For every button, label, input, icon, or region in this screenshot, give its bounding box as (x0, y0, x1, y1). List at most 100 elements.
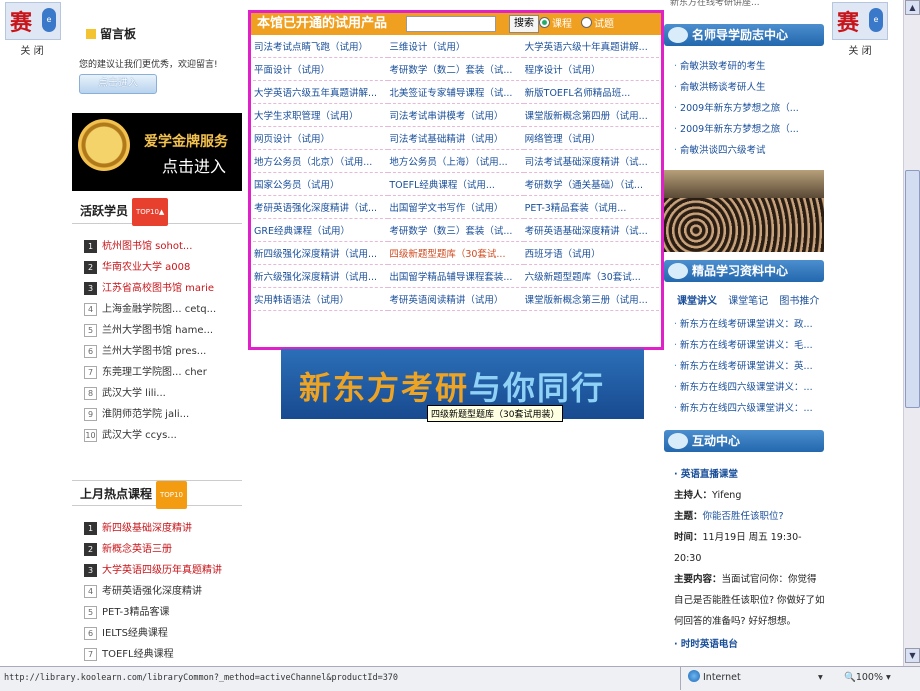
materials-center-header: 精品学习资料中心 (664, 260, 824, 282)
english-radio-title[interactable]: · 时时英语电台 (674, 634, 826, 655)
teacher-list-item[interactable]: 俞敏洪畅谈考研人生 (674, 77, 824, 98)
member-list-item[interactable]: 1 杭州图书馆 sohot... (84, 236, 239, 257)
product-link[interactable]: 地方公务员（北京）（试用... (253, 149, 389, 173)
live-time: 时间：11月19日 周五 19:30-20:30 (674, 532, 802, 564)
ad-logo[interactable]: 赛 e (5, 2, 61, 40)
product-link[interactable]: 出国留学精品辅导课程套装... (388, 264, 524, 288)
product-link[interactable]: 司法考试基础深度精讲（试... (523, 149, 659, 173)
product-link[interactable]: 西班牙语（试用） (523, 241, 659, 265)
product-row: 实用韩语语法（试用） 考研英语阅读精讲（试用） 课堂版新概念第三册（试用... (253, 287, 659, 311)
classroom-photo[interactable] (664, 170, 824, 252)
product-link[interactable]: 新四级强化深度精讲（试用... (253, 241, 389, 265)
course-list-item[interactable]: 2 新概念英语三册 (84, 539, 239, 560)
active-members-list: 1 杭州图书馆 sohot... 2 华南农业大学 a008 3 江苏省高校图书馆 mar… (84, 236, 239, 446)
product-link[interactable]: 新六级强化深度精讲（试用... (253, 264, 389, 288)
close-ad-button[interactable]: 关 闭 (2, 42, 62, 57)
tab-class-notes[interactable]: 课堂笔记 (728, 296, 768, 307)
scroll-up-arrow-icon[interactable]: ▲ (905, 0, 920, 15)
product-link[interactable]: 司法考试基础精讲（试用） (388, 126, 524, 150)
product-link[interactable]: 考研数学（数三）套装（试... (388, 218, 524, 242)
live-class-title[interactable]: · 英语直播课堂 (674, 464, 826, 485)
product-link[interactable]: 考研数学（数二）套装（试... (388, 57, 524, 81)
product-link[interactable]: 新版TOEFL名师精品班... (523, 80, 659, 104)
course-list-item[interactable]: 3 大学英语四级历年真题精讲 (84, 560, 239, 581)
product-link[interactable]: 北美签证专家辅导课程（试... (388, 80, 524, 104)
product-link[interactable]: 网页设计（试用） (253, 126, 389, 150)
radio-course[interactable]: 课程 (539, 17, 572, 32)
teacher-list-item[interactable]: 俞敏洪谈四六级考试 (674, 140, 824, 161)
product-row: GRE经典课程（试用） 考研数学（数三）套装（试... 考研英语基础深度精讲（试..… (253, 218, 659, 242)
member-list-item[interactable]: 7 东莞理工学院图... cher (84, 362, 239, 383)
scroll-thumb[interactable] (905, 170, 920, 408)
right-top-partial-link[interactable]: 新东方在线考研讲座... (670, 0, 820, 10)
product-link[interactable]: 网络管理（试用） (523, 126, 659, 150)
materials-list-item[interactable]: 新东方在线四六级课堂讲义：... (674, 377, 824, 398)
product-link[interactable]: 平面设计（试用） (253, 57, 389, 81)
product-link[interactable]: 司法考试串讲模考（试用） (388, 103, 524, 127)
product-link[interactable]: GRE经典课程（试用） (253, 218, 389, 242)
radio-exam[interactable]: 试题 (581, 17, 614, 32)
product-link[interactable]: TOEFL经典课程（试用... (388, 172, 524, 196)
close-ad-button[interactable]: 关 闭 (830, 42, 890, 57)
tab-book-recommend[interactable]: 图书推介 (779, 296, 819, 307)
teacher-list-item[interactable]: 2009年新东方梦想之旅（... (674, 98, 824, 119)
product-link[interactable]: 程序设计（试用） (523, 57, 659, 81)
product-search-input[interactable] (406, 16, 496, 32)
member-list-item[interactable]: 2 华南农业大学 a008 (84, 257, 239, 278)
tab-lecture-notes[interactable]: 课堂讲义 (677, 296, 717, 307)
product-link[interactable]: 课堂版新概念第三册（试用... (523, 287, 659, 311)
product-link[interactable]: PET-3精品套装（试用... (523, 195, 659, 219)
product-link[interactable]: 司法考试点睛飞跑（试用） (253, 35, 389, 58)
product-link[interactable]: 考研英语基础深度精讲（试... (523, 218, 659, 242)
materials-list-item[interactable]: 新东方在线考研课堂讲义：政... (674, 314, 824, 335)
floating-ad-left[interactable]: 赛 e 关 闭 (2, 0, 62, 58)
internet-zone: Internet (688, 667, 741, 689)
member-list-item[interactable]: 6 兰州大学图书馆 pres... (84, 341, 239, 362)
product-link[interactable]: 四级新题型题库（30套试... (388, 241, 524, 265)
protected-mode-icon[interactable]: ▾ (818, 667, 823, 689)
floating-ad-right[interactable]: 赛 e 关 闭 (820, 0, 900, 58)
course-list-item[interactable]: 4 考研英语强化深度精讲 (84, 581, 239, 602)
scroll-down-arrow-icon[interactable]: ▼ (905, 648, 920, 663)
course-list-item[interactable]: 5 PET-3精品客课 (84, 602, 239, 623)
guestbook-enter-button[interactable]: 点击进入 (79, 74, 157, 94)
materials-list-item[interactable]: 新东方在线考研课堂讲义：英... (674, 356, 824, 377)
zoom-level[interactable]: 🔍100% ▾ (844, 667, 891, 689)
member-list-item[interactable]: 10 武汉大学 ccys... (84, 425, 239, 446)
product-link[interactable]: 六级新题型题库（30套试... (523, 264, 659, 288)
course-name: 新概念英语三册 (102, 544, 172, 555)
product-link[interactable]: 实用韩语语法（试用） (253, 287, 389, 311)
member-list-item[interactable]: 9 淮阴师范学院 jali... (84, 404, 239, 425)
teacher-list-item[interactable]: 俞敏洪致考研的考生 (674, 56, 824, 77)
product-link[interactable]: 大学英语六级五年真题讲解... (253, 80, 389, 104)
product-link[interactable]: 课堂版新概念第四册（试用... (523, 103, 659, 127)
materials-list-item[interactable]: 新东方在线考研课堂讲义：毛... (674, 335, 824, 356)
member-list-item[interactable]: 5 兰州大学图书馆 hame... (84, 320, 239, 341)
banner-text: 新东方考研与你同行 (299, 369, 606, 407)
product-link[interactable]: 三维设计（试用） (388, 35, 524, 58)
materials-list-item[interactable]: 新东方在线四六级课堂讲义：... (674, 398, 824, 419)
chat-bubble-icon (668, 263, 688, 279)
teacher-list-item[interactable]: 2009年新东方梦想之旅（... (674, 119, 824, 140)
product-link[interactable]: 国家公务员（试用） (253, 172, 389, 196)
course-list-item[interactable]: 6 IELTS经典课程 (84, 623, 239, 644)
member-list-item[interactable]: 8 武汉大学 lili... (84, 383, 239, 404)
product-link[interactable]: 考研英语强化深度精讲（试... (253, 195, 389, 219)
product-link[interactable]: 地方公务员（上海）（试用... (388, 149, 524, 173)
vertical-scrollbar[interactable]: ▲ ▼ (903, 0, 920, 666)
course-list-item[interactable]: 7 TOEFL经典课程 (84, 644, 239, 665)
product-link[interactable]: 大学生求职管理（试用） (253, 103, 389, 127)
product-search-button[interactable]: 搜索 (509, 15, 539, 33)
member-list-item[interactable]: 4 上海金融学院图... cetq... (84, 299, 239, 320)
member-list-item[interactable]: 3 江苏省高校图书馆 marie (84, 278, 239, 299)
course-list-item[interactable]: 1 新四级基础深度精讲 (84, 518, 239, 539)
member-name: 武汉大学 lili... (102, 388, 166, 399)
ad-logo[interactable]: 赛 e (832, 2, 888, 40)
product-link[interactable]: 大学英语六级十年真题讲解... (523, 35, 659, 58)
rank-number: 2 (84, 260, 97, 274)
gold-service-banner[interactable]: 爱学金牌服务 点击进入 (72, 113, 242, 191)
product-link[interactable]: 考研英语阅读精讲（试用） (388, 287, 524, 311)
trial-products-panel: 本馆已开通的试用产品 搜索 课程 试题 司法考试点睛飞跑（试用） 三维设计（试用）… (248, 10, 664, 350)
product-link[interactable]: 考研数学（通关基础）（试... (523, 172, 659, 196)
product-link[interactable]: 出国留学文书写作（试用） (388, 195, 524, 219)
